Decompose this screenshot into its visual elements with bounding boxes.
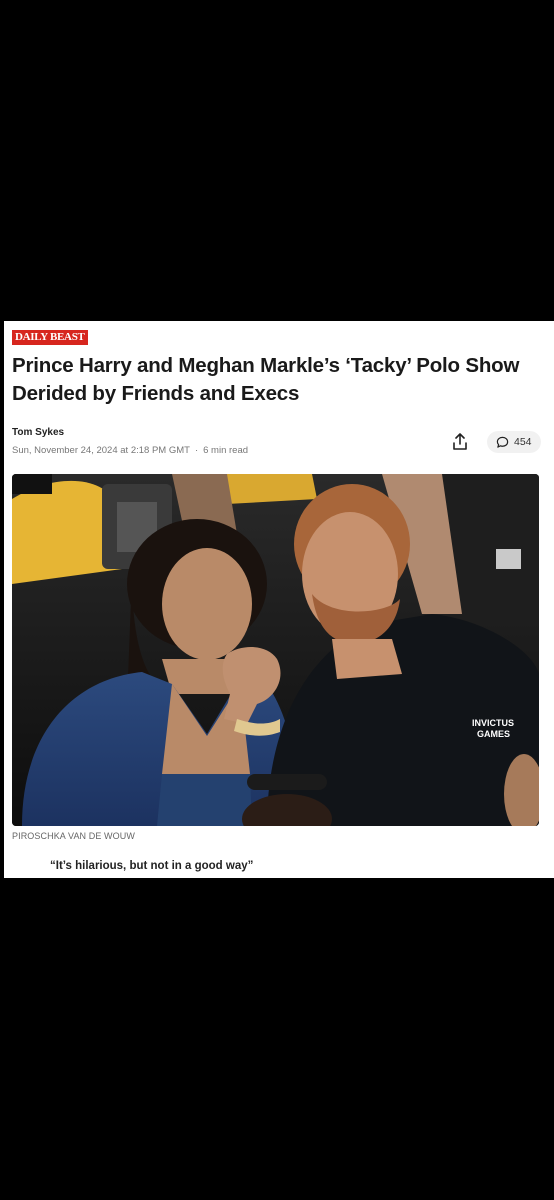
- shirt-logo-line1: INVICTUS: [472, 718, 514, 728]
- comment-count: 454: [514, 436, 532, 448]
- shirt-logo-line2: GAMES: [477, 729, 510, 739]
- daily-beast-logo[interactable]: Daily Beast: [12, 330, 88, 345]
- share-icon[interactable]: [452, 433, 468, 451]
- comments-button[interactable]: 454: [487, 431, 541, 453]
- article-photo[interactable]: INVICTUS GAMES: [12, 474, 539, 826]
- read-time: 6 min read: [203, 445, 249, 456]
- article-card: Daily Beast Prince Harry and Meghan Mark…: [4, 321, 554, 878]
- article-headline: Prince Harry and Meghan Markle’s ‘Tacky’…: [12, 354, 520, 405]
- photo-illustration: INVICTUS GAMES: [12, 474, 539, 826]
- pull-quote: “It’s hilarious, but not in a good way”: [50, 860, 254, 872]
- photo-credit: PIROSCHKA VAN DE WOUW: [12, 831, 135, 841]
- meta-separator: ·: [194, 445, 199, 456]
- publish-date: Sun, November 24, 2024 at 2:18 PM GMT: [12, 445, 190, 456]
- article-meta: Sun, November 24, 2024 at 2:18 PM GMT · 6 …: [12, 445, 248, 456]
- comment-icon: [496, 436, 509, 448]
- author-name[interactable]: Tom Sykes: [12, 427, 64, 438]
